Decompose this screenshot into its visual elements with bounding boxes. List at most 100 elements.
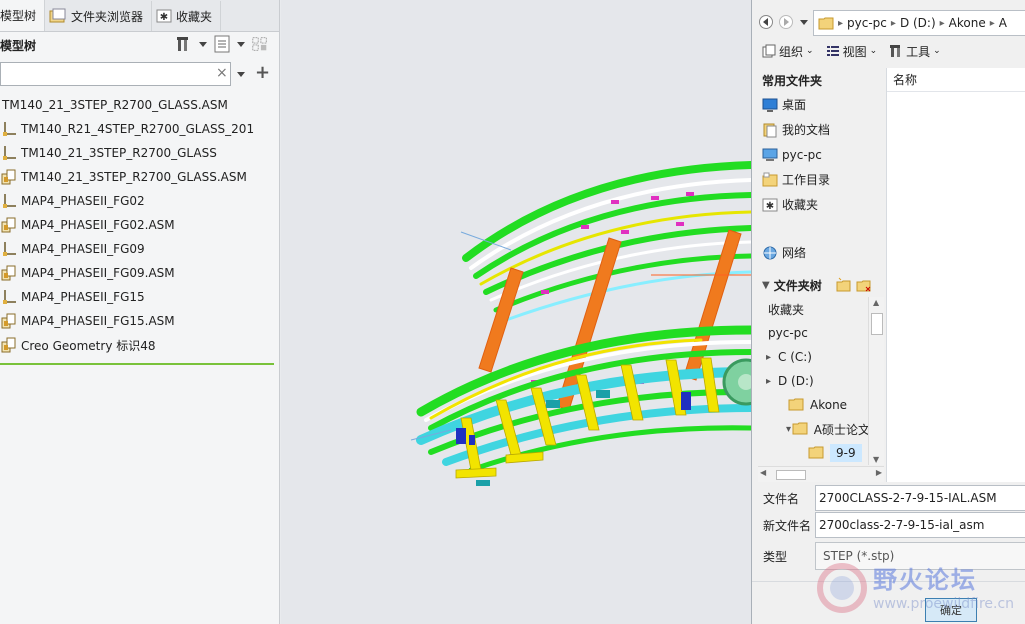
breadcrumb-item[interactable]: D (D:) bbox=[900, 16, 936, 30]
model-tree-panel: 模型树 文件夹浏览器 ✱ 收藏夹 模型树 × + TM140_21_3STEP_… bbox=[0, 0, 280, 624]
folder-tree-item[interactable]: Akone bbox=[752, 393, 870, 417]
folder-tree-item[interactable]: ▾ A硕士论文 bbox=[752, 417, 870, 441]
save-copy-dialog: ▸ pyc-pc ▸ D (D:) ▸ Akone ▸ A 组织 ⌄ 视图 ⌄ … bbox=[751, 0, 1025, 624]
tree-item-label: MAP4_PHASEII_FG15 bbox=[21, 290, 145, 304]
new-name-input[interactable]: 2700class-2-7-9-15-ial_asm bbox=[815, 512, 1025, 538]
tab-folder-browser[interactable]: 文件夹浏览器 bbox=[45, 1, 153, 31]
tree-item[interactable]: MAP4_PHASEII_FG02.ASM bbox=[0, 213, 279, 237]
tree-item[interactable]: MAP4_PHASEII_FG15.ASM bbox=[0, 309, 279, 333]
folder-tree: 收藏夹 pyc-pc ▸ C (C:) ▸ D (D:) Akone ▾ A硕士论文 9-9 bbox=[752, 297, 870, 465]
file-name-field[interactable]: 2700CLASS-2-7-9-15-IAL.ASM bbox=[815, 485, 1025, 511]
chevron-down-icon[interactable] bbox=[199, 41, 207, 47]
favorites-icon: ✱ bbox=[762, 197, 778, 213]
tree-item[interactable]: TM140_21_3STEP_R2700_GLASS.ASM bbox=[0, 165, 279, 189]
nav-item-favorite[interactable]: pyc-pc bbox=[752, 142, 886, 167]
folder-tree-item[interactable]: ▸ C (C:) bbox=[752, 345, 870, 369]
chevron-down-icon[interactable] bbox=[237, 72, 245, 77]
column-header-name[interactable]: 名称 bbox=[887, 68, 1025, 92]
tree-item[interactable]: MAP4_PHASEII_FG15 bbox=[0, 285, 279, 309]
file-list[interactable]: 名称 bbox=[886, 68, 1025, 482]
view-label: 视图 bbox=[842, 44, 867, 59]
tree-item[interactable]: MAP4_PHASEII_FG02 bbox=[0, 189, 279, 213]
chevron-down-icon[interactable] bbox=[237, 41, 245, 47]
assembly-3d-model[interactable] bbox=[281, 0, 751, 624]
tools-icon bbox=[890, 45, 901, 57]
scrollbar-thumb[interactable] bbox=[776, 470, 806, 480]
folder-tree-item[interactable]: 9-9 bbox=[752, 441, 870, 465]
chevron-right-icon: ▸ bbox=[989, 17, 995, 29]
tree-divider bbox=[0, 363, 274, 365]
folder-tree-label: 收藏夹 bbox=[768, 302, 805, 317]
tree-item[interactable]: MAP4_PHASEII_FG09 bbox=[0, 237, 279, 261]
search-input[interactable] bbox=[0, 62, 231, 86]
breadcrumb[interactable]: ▸ pyc-pc ▸ D (D:) ▸ Akone ▸ A bbox=[813, 10, 1025, 36]
common-folders-list: 桌面 我的文档 pyc-pc 工作目录 ✱ 收藏夹 bbox=[752, 92, 886, 217]
chevron-down-icon: ▼ bbox=[762, 279, 770, 291]
new-name-row: 新文件名 2700class-2-7-9-15-ial_asm bbox=[752, 511, 1025, 539]
tree-item-label: TM140_R21_4STEP_R2700_GLASS_201 bbox=[21, 122, 255, 136]
assembly-icon bbox=[0, 168, 18, 186]
folder-tree-label: Akone bbox=[810, 398, 848, 412]
nav-item-favorite[interactable]: 我的文档 bbox=[752, 117, 886, 142]
close-icon[interactable]: × bbox=[216, 66, 228, 80]
folder-icon bbox=[788, 396, 804, 415]
common-folders-title: 常用文件夹 bbox=[762, 73, 823, 88]
new-folder-icon[interactable] bbox=[836, 277, 852, 293]
forward-button[interactable] bbox=[778, 14, 794, 30]
breadcrumb-item[interactable]: A bbox=[999, 16, 1007, 30]
part-icon bbox=[0, 240, 18, 258]
tree-item-label: MAP4_PHASEII_FG15.ASM bbox=[21, 314, 175, 328]
settings-button[interactable] bbox=[175, 35, 193, 53]
file-type-select[interactable]: STEP (*.stp) bbox=[815, 542, 1025, 570]
filter-button[interactable] bbox=[251, 35, 269, 53]
folder-tree-item[interactable]: 收藏夹 bbox=[752, 297, 870, 321]
svg-text:✱: ✱ bbox=[160, 12, 168, 23]
show-button[interactable] bbox=[213, 35, 231, 53]
organize-menu[interactable]: 组织 ⌄ bbox=[762, 43, 814, 60]
folder-tree-hscrollbar[interactable]: ◀ ▶ bbox=[758, 466, 884, 482]
history-dropdown[interactable] bbox=[800, 19, 808, 25]
nav-item-label: 网络 bbox=[782, 246, 807, 260]
tree-item-label: MAP4_PHASEII_FG09 bbox=[21, 242, 145, 256]
file-name-row: 文件名 2700CLASS-2-7-9-15-IAL.ASM bbox=[752, 484, 1025, 512]
tab-label: 模型树 bbox=[0, 9, 37, 23]
chevron-right-icon[interactable]: ▸ bbox=[766, 376, 778, 387]
chevron-right-icon[interactable]: ▸ bbox=[766, 352, 778, 363]
tree-item[interactable]: Creo Geometry 标识48 bbox=[0, 333, 279, 357]
tree-item[interactable]: TM140_21_3STEP_R2700_GLASS.ASM bbox=[0, 93, 279, 117]
nav-item-label: 收藏夹 bbox=[782, 198, 819, 212]
chevron-up-icon[interactable]: ▲ bbox=[873, 298, 879, 307]
view-list-icon bbox=[826, 46, 839, 56]
tree-item[interactable]: MAP4_PHASEII_FG09.ASM bbox=[0, 261, 279, 285]
back-button[interactable] bbox=[758, 14, 774, 30]
add-icon[interactable]: + bbox=[255, 62, 270, 83]
view-menu[interactable]: 视图 ⌄ bbox=[826, 43, 878, 60]
nav-item-favorite[interactable]: ✱ 收藏夹 bbox=[752, 192, 886, 217]
tree-item[interactable]: TM140_R21_4STEP_R2700_GLASS_201 bbox=[0, 117, 279, 141]
folder-tree-vscrollbar[interactable]: ▲ ▼ bbox=[868, 297, 884, 465]
ok-button[interactable]: 确定 bbox=[925, 598, 977, 622]
nav-item-favorite[interactable]: 桌面 bbox=[752, 92, 886, 117]
tree-item[interactable]: TM140_21_3STEP_R2700_GLASS bbox=[0, 141, 279, 165]
breadcrumb-item[interactable]: Akone bbox=[949, 16, 986, 30]
graphics-viewport[interactable] bbox=[281, 0, 751, 624]
tab-favorites[interactable]: ✱ 收藏夹 bbox=[152, 1, 222, 31]
folder-tree-label: pyc-pc bbox=[768, 326, 808, 340]
folder-tree-item[interactable]: pyc-pc bbox=[752, 321, 870, 345]
tools-menu[interactable]: 工具 ⌄ bbox=[889, 43, 941, 60]
delete-folder-icon[interactable] bbox=[856, 277, 872, 293]
tab-model-tree[interactable]: 模型树 bbox=[0, 0, 46, 31]
folder-tree-item[interactable]: ▸ D (D:) bbox=[752, 369, 870, 393]
chevron-down-icon[interactable]: ▼ bbox=[873, 455, 879, 464]
chevron-down-icon: ⌄ bbox=[869, 46, 878, 56]
folder-icon bbox=[792, 420, 808, 439]
breadcrumb-item[interactable]: pyc-pc bbox=[847, 16, 887, 30]
chevron-left-icon[interactable]: ◀ bbox=[760, 468, 766, 477]
chevron-right-icon[interactable]: ▶ bbox=[876, 468, 882, 477]
tree-title: 模型树 bbox=[0, 38, 37, 53]
tree-item-label: TM140_21_3STEP_R2700_GLASS bbox=[21, 146, 217, 160]
scrollbar-thumb[interactable] bbox=[871, 313, 883, 335]
nav-item-favorite[interactable]: 工作目录 bbox=[752, 167, 886, 192]
nav-item-network[interactable]: 网络 bbox=[752, 240, 886, 265]
folder-tree-header[interactable]: ▼ 文件夹树 bbox=[752, 273, 886, 297]
